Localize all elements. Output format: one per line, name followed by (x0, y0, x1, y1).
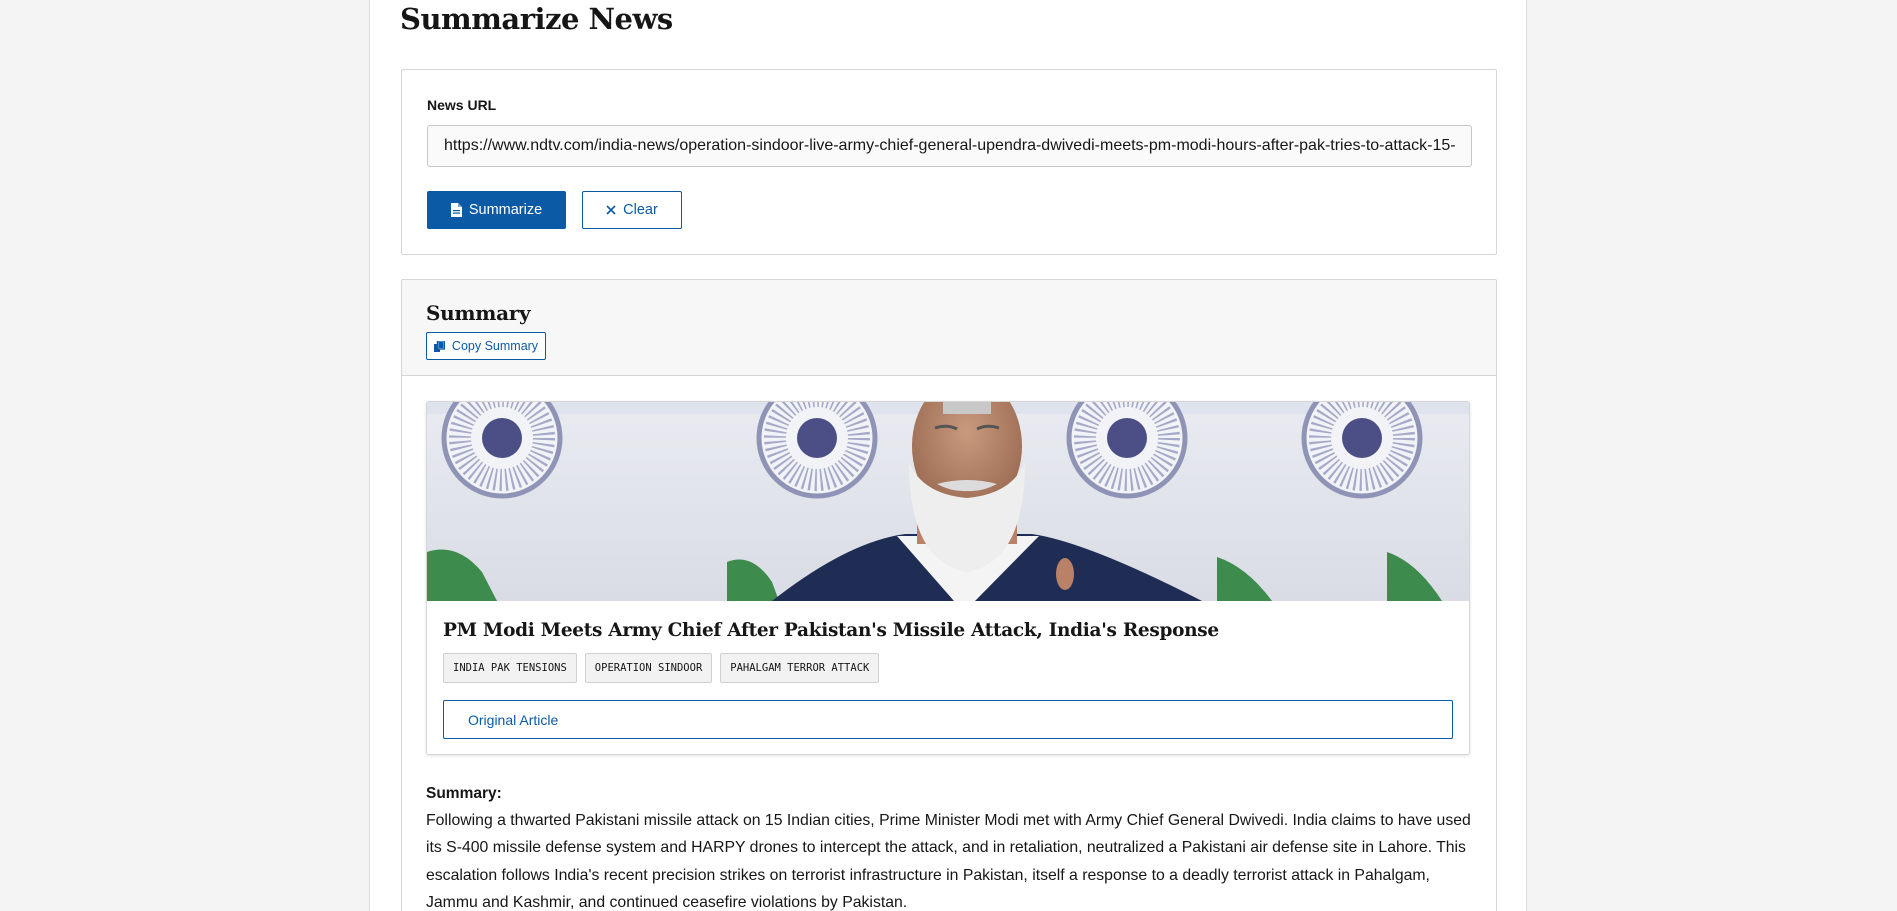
copy-summary-label: Copy Summary (451, 339, 539, 353)
tag[interactable]: PAHALGAM TERROR ATTACK (720, 653, 880, 683)
summary-header: Summary Copy Summary (402, 280, 1496, 376)
news-url-label: News URL (427, 97, 497, 113)
article-image (427, 402, 1469, 601)
summary-card: Summary Copy Summary PM Modi Meets Army … (401, 279, 1497, 911)
main-page: Summarize News News URL Summarize Clear (369, 0, 1527, 911)
copy-icon (433, 340, 445, 352)
document-icon (450, 203, 462, 217)
article-card: PM Modi Meets Army Chief After Pakistan'… (426, 401, 1470, 755)
original-article-link[interactable]: Original Article (443, 700, 1453, 739)
clear-button[interactable]: Clear (582, 191, 682, 229)
tag[interactable]: OPERATION SINDOOR (584, 653, 713, 683)
tag[interactable]: INDIA PAK TENSIONS (443, 653, 577, 683)
article-title: PM Modi Meets Army Chief After Pakistan'… (443, 620, 1219, 641)
summary-text: Following a thwarted Pakistani missile a… (426, 812, 1471, 911)
tag-list: INDIA PAK TENSIONS OPERATION SINDOOR PAH… (443, 653, 880, 683)
news-url-input[interactable] (427, 125, 1472, 167)
page-title: Summarize News (400, 2, 673, 36)
summary-label: Summary: (426, 785, 502, 802)
url-form-card: News URL Summarize Clear (401, 69, 1497, 255)
summary-heading: Summary (426, 301, 531, 325)
clear-button-label: Clear (623, 202, 658, 218)
summarize-button[interactable]: Summarize (427, 191, 566, 229)
close-icon (606, 205, 616, 215)
summarize-button-label: Summarize (468, 202, 543, 218)
copy-summary-button[interactable]: Copy Summary (426, 332, 546, 360)
